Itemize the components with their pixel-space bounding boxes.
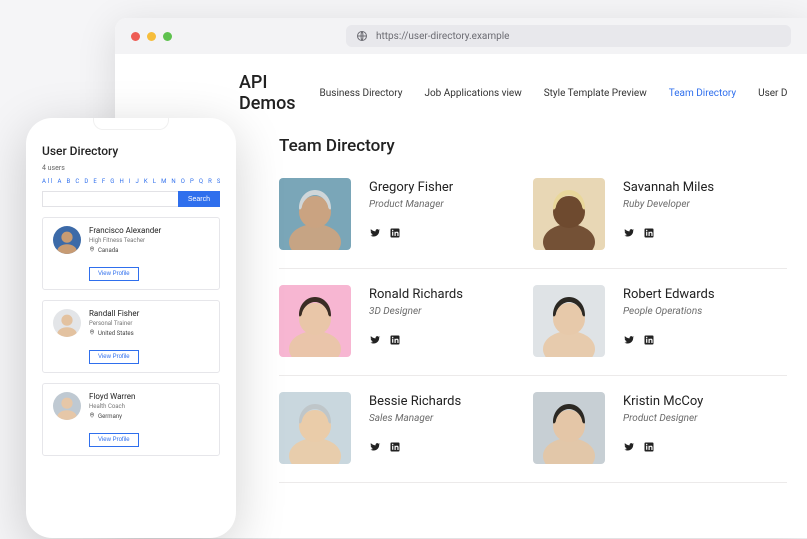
user-list: Francisco Alexander High Fitness Teacher…: [42, 217, 220, 456]
team-grid: Gregory Fisher Product Manager Savannah …: [279, 178, 787, 499]
pin-icon: [89, 246, 95, 254]
member-role: Product Designer: [623, 413, 703, 424]
linkedin-icon[interactable]: [643, 224, 655, 243]
mobile-page-title: User Directory: [42, 144, 220, 158]
member-photo: [279, 178, 351, 250]
avatar: [53, 226, 81, 254]
team-member: Robert Edwards People Operations: [533, 285, 787, 376]
user-card: Francisco Alexander High Fitness Teacher…: [42, 217, 220, 290]
member-name: Savannah Miles: [623, 180, 714, 195]
member-name: Robert Edwards: [623, 287, 715, 302]
member-photo: [279, 392, 351, 464]
view-profile-button[interactable]: View Profile: [89, 433, 139, 447]
nav-user-directory[interactable]: User D: [758, 88, 787, 99]
team-member: Savannah Miles Ruby Developer: [533, 178, 787, 269]
user-name: Randall Fisher: [89, 309, 209, 318]
nav-job-applications[interactable]: Job Applications view: [424, 88, 521, 99]
member-role: Ruby Developer: [623, 199, 714, 210]
address-bar[interactable]: https://user-directory.example: [346, 25, 791, 47]
team-member: Ronald Richards 3D Designer: [279, 285, 533, 376]
avatar: [53, 309, 81, 337]
twitter-icon[interactable]: [623, 331, 635, 350]
user-name: Floyd Warren: [89, 392, 209, 401]
page-title: Team Directory: [279, 136, 787, 156]
window-controls: [131, 32, 172, 41]
twitter-icon[interactable]: [623, 224, 635, 243]
user-location: Canada: [89, 246, 209, 254]
maximize-window-icon[interactable]: [163, 32, 172, 41]
twitter-icon[interactable]: [623, 438, 635, 457]
team-member: Bessie Richards Sales Manager: [279, 392, 533, 483]
linkedin-icon[interactable]: [643, 438, 655, 457]
nav-team-directory[interactable]: Team Directory: [669, 88, 736, 99]
team-member: Gregory Fisher Product Manager: [279, 178, 533, 269]
twitter-icon[interactable]: [369, 438, 381, 457]
globe-icon: [356, 30, 368, 42]
member-name: Gregory Fisher: [369, 180, 453, 195]
team-member: Kristin McCoy Product Designer: [533, 392, 787, 483]
member-name: Ronald Richards: [369, 287, 463, 302]
user-role: Health Coach: [89, 403, 209, 410]
member-role: 3D Designer: [369, 306, 463, 317]
member-role: People Operations: [623, 306, 715, 317]
main-nav: Business Directory Job Applications view…: [320, 88, 788, 99]
twitter-icon[interactable]: [369, 331, 381, 350]
linkedin-icon[interactable]: [643, 331, 655, 350]
alpha-filter[interactable]: All A B C D E F G H I J K L M N O P Q R …: [42, 178, 220, 185]
member-role: Sales Manager: [369, 413, 461, 424]
view-profile-button[interactable]: View Profile: [89, 267, 139, 281]
linkedin-icon[interactable]: [389, 438, 401, 457]
browser-toolbar: https://user-directory.example: [115, 18, 807, 54]
minimize-window-icon[interactable]: [147, 32, 156, 41]
user-role: Personal Trainer: [89, 320, 209, 327]
user-location: United States: [89, 329, 209, 337]
device-notch: [93, 118, 169, 130]
url-text: https://user-directory.example: [376, 31, 509, 42]
linkedin-icon[interactable]: [389, 224, 401, 243]
linkedin-icon[interactable]: [389, 331, 401, 350]
member-name: Bessie Richards: [369, 394, 461, 409]
view-profile-button[interactable]: View Profile: [89, 350, 139, 364]
pin-icon: [89, 412, 95, 420]
member-photo: [279, 285, 351, 357]
close-window-icon[interactable]: [131, 32, 140, 41]
member-photo: [533, 178, 605, 250]
member-name: Kristin McCoy: [623, 394, 703, 409]
user-card: Randall Fisher Personal Trainer United S…: [42, 300, 220, 373]
user-role: High Fitness Teacher: [89, 237, 209, 244]
twitter-icon[interactable]: [369, 224, 381, 243]
user-name: Francisco Alexander: [89, 226, 209, 235]
brand-title: API Demos: [239, 72, 296, 114]
member-role: Product Manager: [369, 199, 453, 210]
mobile-device: User Directory 4 users All A B C D E F G…: [26, 118, 236, 538]
pin-icon: [89, 329, 95, 337]
search-button[interactable]: Search: [178, 191, 220, 207]
search-row: Search: [42, 191, 220, 207]
user-count: 4 users: [42, 164, 220, 172]
avatar: [53, 392, 81, 420]
nav-style-template[interactable]: Style Template Preview: [544, 88, 647, 99]
user-card: Floyd Warren Health Coach Germany View P…: [42, 383, 220, 456]
member-photo: [533, 392, 605, 464]
user-location: Germany: [89, 412, 209, 420]
member-photo: [533, 285, 605, 357]
search-input[interactable]: [42, 191, 178, 207]
nav-business-directory[interactable]: Business Directory: [320, 88, 403, 99]
